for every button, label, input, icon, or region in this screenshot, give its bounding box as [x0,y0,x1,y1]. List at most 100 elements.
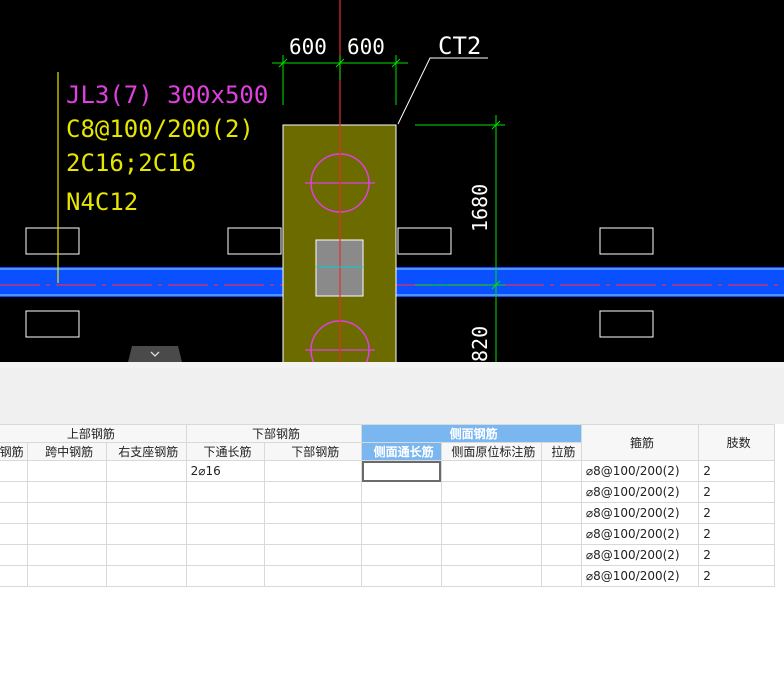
annotation-box [227,227,282,255]
rebar-grid[interactable]: 上部钢筋 下部钢筋 侧面钢筋 箍筋 肢数 钢筋 跨中钢筋 右支座钢筋 下通长筋 … [0,424,784,681]
table-row[interactable]: 2⌀16 ⌀8@100/200(2) 2 [0,460,775,482]
table-cell[interactable] [264,460,363,482]
table-cell[interactable]: 2 [698,481,775,503]
annotation-box [25,310,80,338]
table-cell[interactable] [361,502,442,524]
table-cell[interactable] [27,502,107,524]
table-cell[interactable] [27,565,107,587]
dim-vertical2-text: 820 [468,326,492,362]
column-header-tie-bars[interactable]: 拉筋 [540,442,582,461]
table-cell[interactable] [185,523,266,545]
table-row[interactable]: ⌀8@100/200(2) 2 [0,565,775,587]
cap-label: CT2 [438,32,481,60]
table-cell[interactable] [105,502,187,524]
table-cell[interactable] [185,544,266,566]
table-cell[interactable] [0,460,29,482]
column-header-side-inplace[interactable]: 侧面原位标注筋 [440,442,542,461]
table-cell[interactable]: ⌀8@100/200(2) [580,502,700,524]
table-cell[interactable] [105,565,187,587]
table-cell[interactable] [540,544,582,566]
table-cell[interactable] [27,523,107,545]
table-cell[interactable] [540,460,582,482]
panel-collapse-tab[interactable] [124,346,184,362]
table-cell[interactable] [440,502,542,524]
table-cell[interactable] [361,481,442,503]
table-cell[interactable] [540,523,582,545]
property-toolbar [0,368,784,425]
table-cell[interactable] [440,481,542,503]
table-cell[interactable] [540,502,582,524]
table-cell[interactable] [27,460,107,482]
table-cell[interactable] [105,460,187,482]
dim-left-text: 600 [289,35,327,59]
table-cell[interactable] [0,502,29,524]
annotation-box [25,227,80,255]
group-header-side: 侧面钢筋 [361,424,582,443]
table-cell[interactable] [185,481,266,503]
column-header-right-support[interactable]: 右支座钢筋 [105,442,187,461]
table-row[interactable]: ⌀8@100/200(2) 2 [0,502,775,524]
table-cell[interactable] [440,565,542,587]
dim-vertical-text: 1680 [468,184,492,232]
table-cell[interactable] [264,523,363,545]
side-bars-label: N4C12 [66,188,138,216]
annotation-box [599,227,654,255]
cad-viewport[interactable]: JL3(7) 300x500 C8@100/200(2) 2C16;2C16 N… [0,0,784,362]
table-cell[interactable] [361,544,442,566]
table-cell[interactable] [185,502,266,524]
table-cell[interactable] [440,544,542,566]
table-cell[interactable] [27,481,107,503]
table-cell[interactable] [105,523,187,545]
table-cell[interactable] [540,565,582,587]
group-header-top: 上部钢筋 [0,424,187,443]
table-cell[interactable] [361,565,442,587]
beam-label: JL3(7) 300x500 [66,81,268,109]
dim-right-text: 600 [347,35,385,59]
table-cell[interactable] [0,565,29,587]
table-cell[interactable] [264,565,363,587]
table-cell[interactable] [264,481,363,503]
table-cell[interactable] [105,481,187,503]
selected-cell[interactable] [361,460,442,482]
table-cell[interactable] [27,544,107,566]
table-cell[interactable]: ⌀8@100/200(2) [580,460,700,482]
table-cell[interactable] [0,544,29,566]
table-cell[interactable] [440,460,542,482]
table-cell[interactable] [264,502,363,524]
cap-label-leader [397,57,488,125]
table-cell[interactable]: 2 [698,523,775,545]
table-cell[interactable]: 2 [698,565,775,587]
table-cell[interactable] [0,523,29,545]
stirrup-label: C8@100/200(2) [66,115,254,143]
table-cell[interactable] [105,544,187,566]
table-cell[interactable]: ⌀8@100/200(2) [580,523,700,545]
column-header-legs[interactable]: 肢数 [698,424,775,461]
column-header-bottom-bars[interactable]: 下部钢筋 [264,442,363,461]
table-cell[interactable] [0,481,29,503]
table-cell[interactable]: ⌀8@100/200(2) [580,565,700,587]
column-header-side-through[interactable]: 侧面通长筋 [361,442,442,461]
table-cell[interactable] [185,565,266,587]
table-cell[interactable]: 2 [698,502,775,524]
table-cell[interactable] [440,523,542,545]
top-bars-label: 2C16;2C16 [66,149,196,177]
column-header-stirrup[interactable]: 箍筋 [580,424,700,461]
column-header-mid-span[interactable]: 跨中钢筋 [27,442,107,461]
group-header-bottom: 下部钢筋 [185,424,363,443]
table-cell[interactable]: 2 [698,460,775,482]
column-header-bottom-through[interactable]: 下通长筋 [185,442,266,461]
table-cell[interactable]: 2⌀16 [185,460,266,482]
table-cell[interactable]: ⌀8@100/200(2) [580,481,700,503]
rebar-table: 上部钢筋 下部钢筋 侧面钢筋 箍筋 肢数 钢筋 跨中钢筋 右支座钢筋 下通长筋 … [0,424,775,587]
cad-drawing[interactable]: JL3(7) 300x500 C8@100/200(2) 2C16;2C16 N… [0,0,784,362]
table-row[interactable]: ⌀8@100/200(2) 2 [0,523,775,545]
table-cell[interactable]: ⌀8@100/200(2) [580,544,700,566]
table-row[interactable]: ⌀8@100/200(2) 2 [0,544,775,566]
table-cell[interactable] [361,523,442,545]
table-cell[interactable]: 2 [698,544,775,566]
table-cell[interactable] [540,481,582,503]
table-cell[interactable] [264,544,363,566]
table-row[interactable]: ⌀8@100/200(2) 2 [0,481,775,503]
column-header-top-left[interactable]: 钢筋 [0,442,29,461]
annotation-box [599,310,654,338]
